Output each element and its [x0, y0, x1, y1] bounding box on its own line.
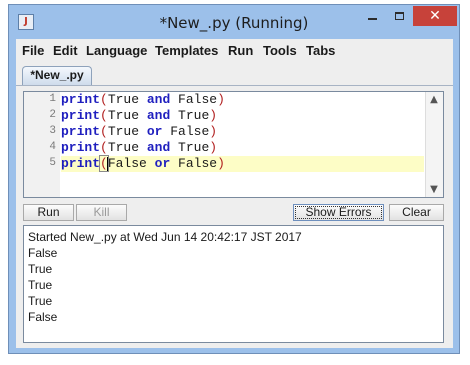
minimize-button[interactable] [359, 6, 385, 26]
title-bar[interactable]: J *New_.py (Running) ✕ [9, 5, 459, 39]
code-line[interactable]: print(True or False) [61, 124, 217, 140]
code-paren: ) [209, 140, 218, 155]
line-number-gutter: 1 2 3 4 5 [24, 92, 60, 197]
run-button[interactable]: Run [23, 204, 74, 221]
output-line: True [28, 278, 53, 292]
code-text: False [162, 124, 210, 139]
code-paren: ) [209, 108, 218, 123]
tab-new-py[interactable]: *New_.py [22, 66, 92, 85]
code-text: False [170, 92, 218, 107]
menu-tools[interactable]: Tools [263, 43, 297, 58]
line-number: 1 [49, 93, 56, 105]
close-icon: ✕ [429, 8, 441, 24]
app-window: J *New_.py (Running) ✕ File Edit Languag… [8, 4, 460, 354]
code-editor[interactable]: 1 2 3 4 5 print(True and False) print(Tr… [23, 91, 444, 198]
code-keyword: print [61, 156, 101, 171]
code-text: True [107, 108, 147, 123]
scroll-up-arrow-icon[interactable]: ▲ [426, 94, 442, 105]
code-keyword: or [146, 124, 163, 139]
menu-templates[interactable]: Templates [155, 43, 218, 58]
code-text: True [107, 92, 147, 107]
close-button[interactable]: ✕ [413, 6, 457, 26]
client-area: File Edit Language Templates Run Tools T… [16, 39, 453, 348]
kill-button[interactable]: Kill [76, 204, 127, 221]
line-number: 3 [49, 125, 56, 137]
output-line: False [28, 246, 58, 260]
line-number: 5 [49, 157, 56, 169]
code-line[interactable]: print(True and True) [61, 108, 217, 124]
code-line[interactable]: print(True and True) [61, 140, 217, 156]
minimize-icon [367, 18, 377, 20]
clear-button[interactable]: Clear [389, 204, 444, 221]
code-paren: ( [100, 140, 108, 155]
code-text: False [170, 156, 218, 171]
code-keyword: print [61, 124, 101, 139]
show-errors-button[interactable]: Show Errors [293, 204, 384, 221]
code-text: True [170, 140, 210, 155]
code-paren: ) [217, 156, 225, 171]
code-paren: ( [100, 108, 108, 123]
code-keyword: print [61, 92, 101, 107]
code-keyword: print [61, 108, 101, 123]
code-paren: ) [209, 124, 218, 139]
menu-run[interactable]: Run [228, 43, 253, 58]
code-paren: ( [100, 92, 108, 107]
code-keyword: or [154, 156, 171, 171]
code-keyword: print [61, 140, 101, 155]
maximize-button[interactable] [386, 6, 412, 26]
code-text: False [107, 156, 155, 171]
code-paren: ( [100, 124, 108, 139]
menu-edit[interactable]: Edit [53, 43, 78, 58]
editor-vertical-scrollbar[interactable]: ▲ ▼ [425, 92, 443, 197]
run-toolbar: Run Kill Show Errors Clear [16, 201, 453, 223]
menu-language[interactable]: Language [86, 43, 147, 58]
output-line: Started New_.py at Wed Jun 14 20:42:17 J… [28, 230, 302, 244]
menu-file[interactable]: File [22, 43, 44, 58]
output-line: False [28, 310, 58, 324]
code-text: True [170, 108, 210, 123]
line-number: 4 [49, 141, 56, 153]
code-text: True [107, 124, 147, 139]
code-keyword: and [146, 108, 171, 123]
menu-bar: File Edit Language Templates Run Tools T… [16, 39, 453, 61]
code-keyword: and [146, 140, 171, 155]
tab-strip: *New_.py [16, 61, 453, 86]
code-keyword: and [146, 92, 171, 107]
line-number: 2 [49, 109, 56, 121]
menu-tabs[interactable]: Tabs [306, 43, 335, 58]
code-paren: ) [217, 92, 225, 107]
output-console[interactable]: Started New_.py at Wed Jun 14 20:42:17 J… [23, 225, 444, 343]
code-line-current[interactable]: print(False or False) [61, 155, 424, 172]
output-line: True [28, 262, 53, 276]
maximize-icon [394, 12, 404, 20]
output-line: True [28, 294, 53, 308]
scroll-down-arrow-icon[interactable]: ▼ [426, 184, 442, 195]
code-line[interactable]: print(True and False) [61, 92, 225, 108]
code-text: True [107, 140, 147, 155]
